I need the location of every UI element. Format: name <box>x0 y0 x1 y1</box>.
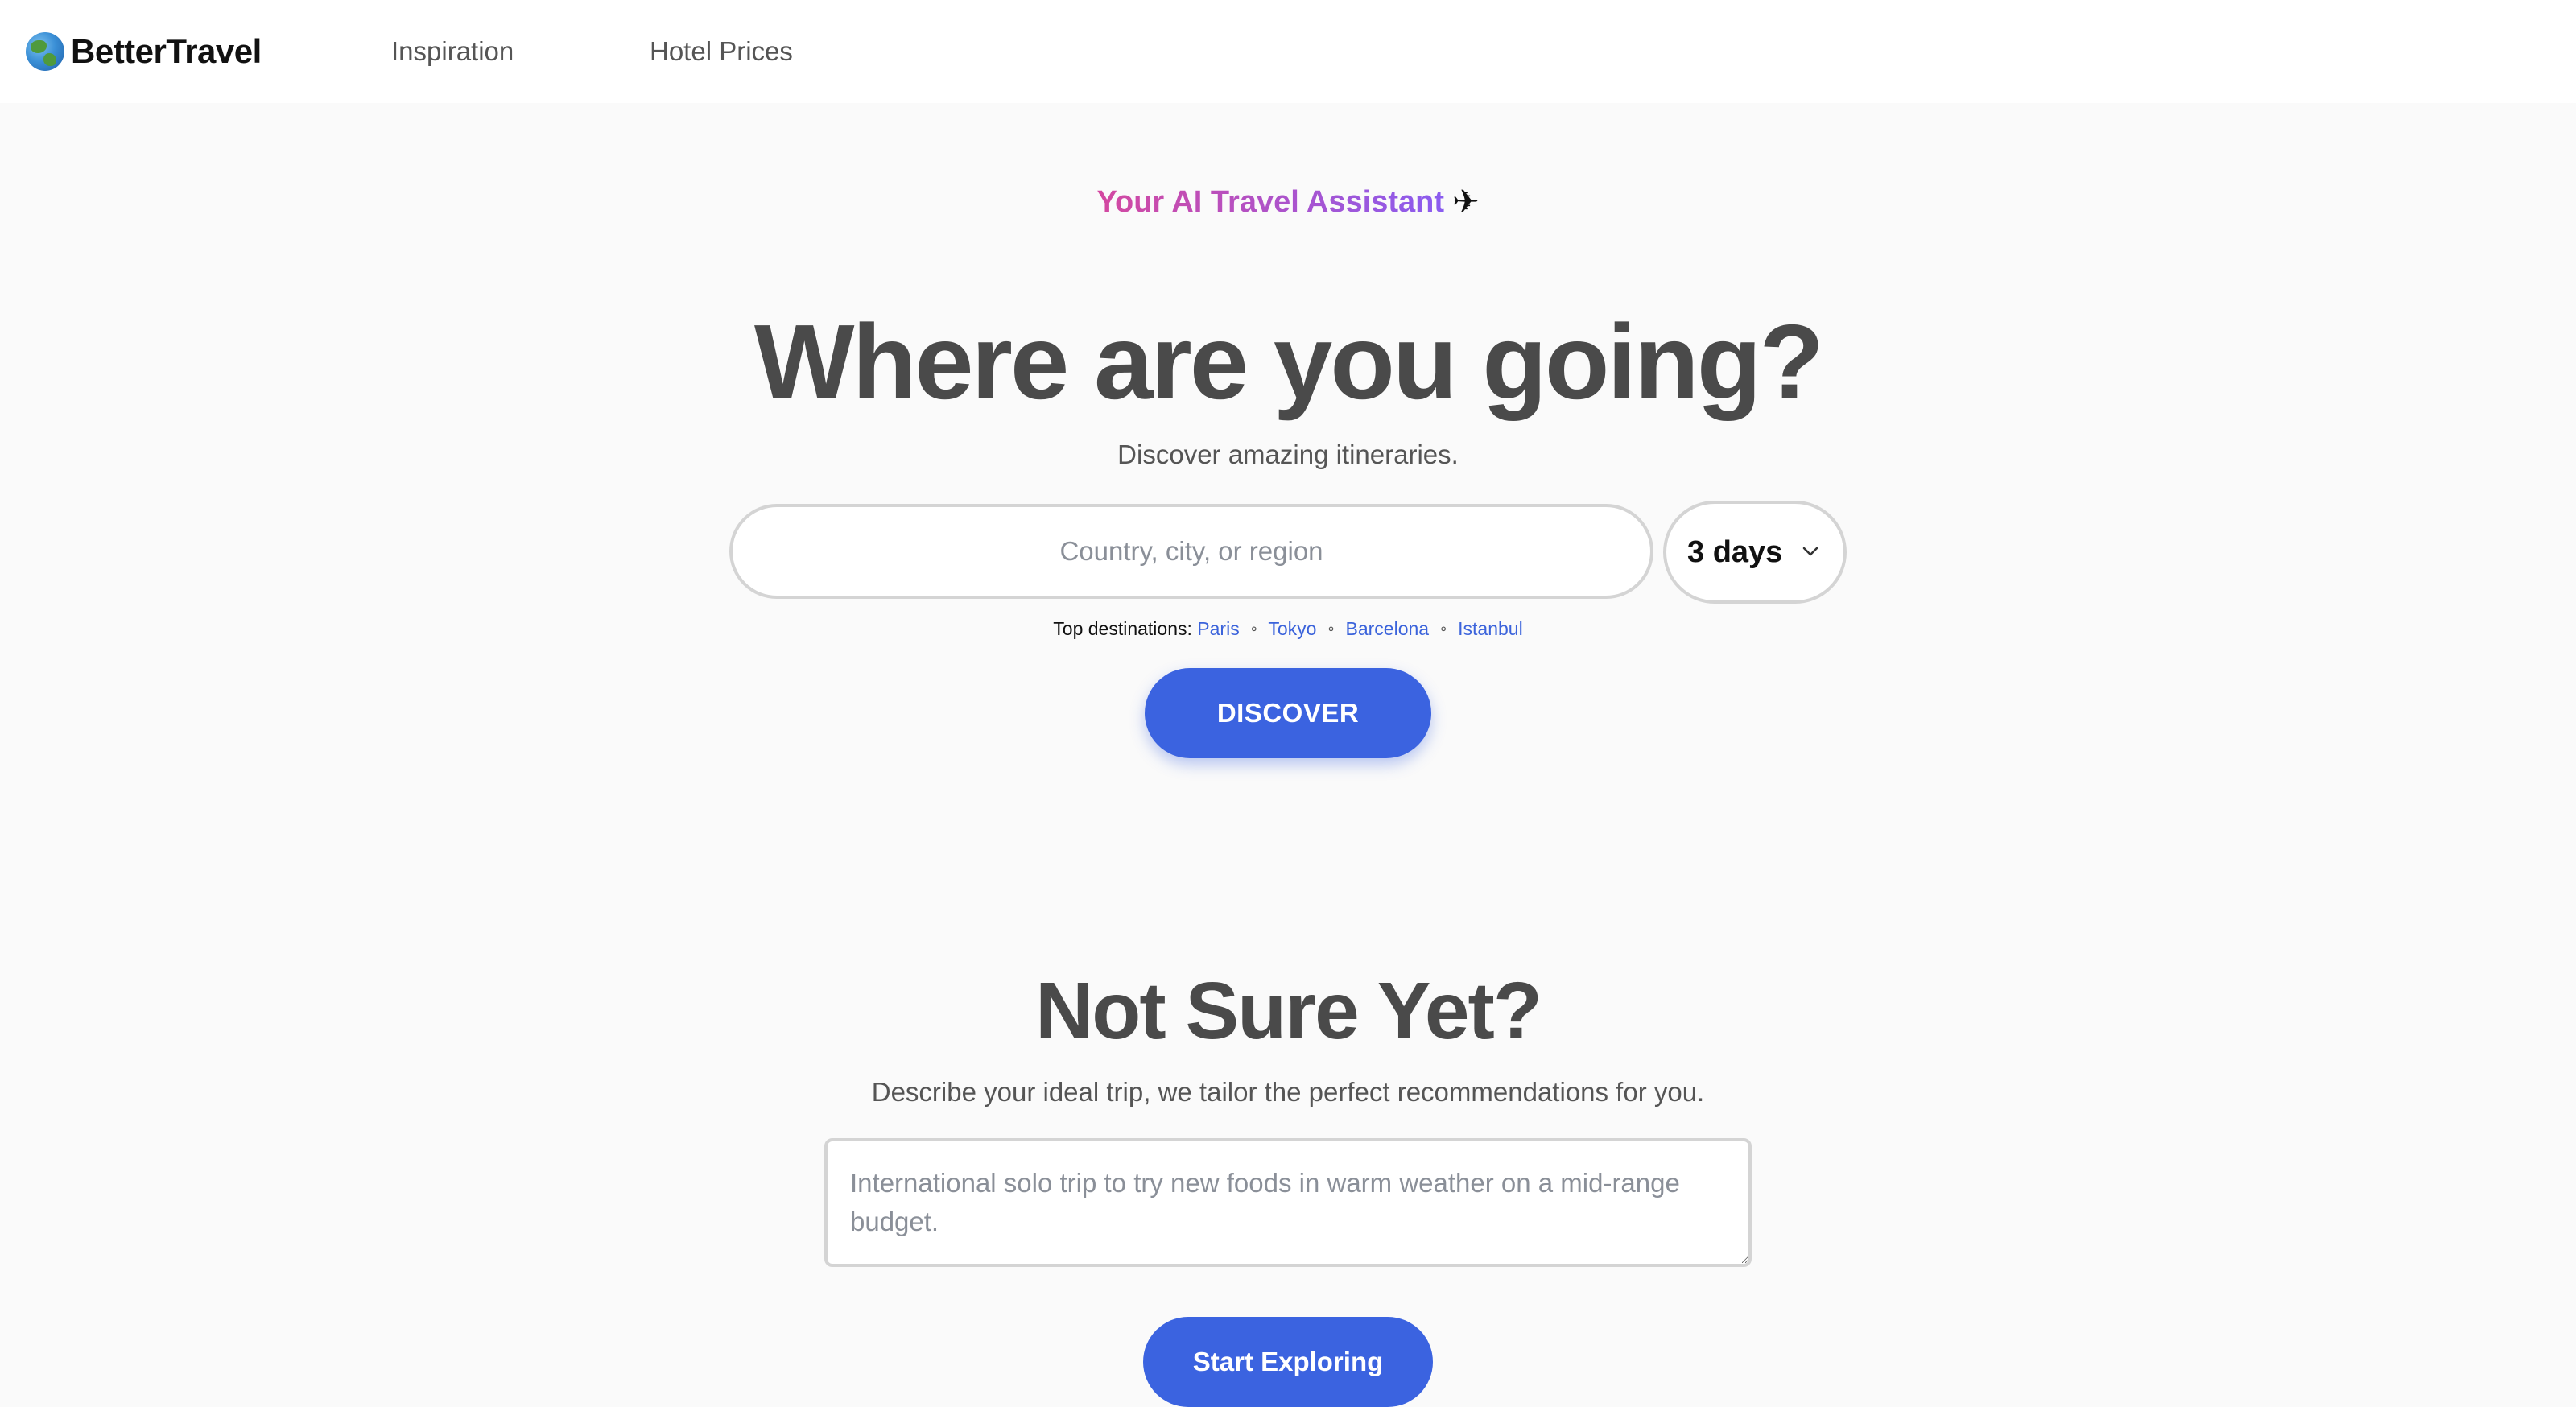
tagline: Your AI Travel Assistant ✈ <box>0 179 2576 225</box>
destination-link-istanbul[interactable]: Istanbul <box>1458 618 1523 639</box>
destination-link-paris[interactable]: Paris <box>1197 618 1239 639</box>
nav-link-inspiration[interactable]: Inspiration <box>391 32 514 71</box>
tagline-text: Your AI Travel Assistant <box>1096 185 1444 219</box>
hero-subtitle: Discover amazing itineraries. <box>1117 439 1459 469</box>
airplane-icon: ✈ <box>1452 184 1480 220</box>
trip-length-select[interactable]: 3 days <box>1663 501 1847 604</box>
separator-dot: ∘ <box>1326 621 1336 637</box>
trip-length-value: 3 days <box>1687 535 1783 569</box>
hero-title: Where are you going? <box>753 303 1824 421</box>
nav-link-hotel-prices[interactable]: Hotel Prices <box>650 32 793 71</box>
separator-dot: ∘ <box>1249 621 1259 637</box>
destination-link-barcelona[interactable]: Barcelona <box>1346 618 1430 639</box>
brand-logo[interactable]: BetterTravel <box>26 29 262 74</box>
not-sure-title: Not Sure Yet? <box>1035 966 1542 1056</box>
destination-link-tokyo[interactable]: Tokyo <box>1268 618 1316 639</box>
chevron-down-icon <box>1802 547 1818 556</box>
ideal-trip-textarea[interactable] <box>824 1138 1752 1267</box>
not-sure-subtitle: Describe your ideal trip, we tailor the … <box>871 1077 1705 1107</box>
destination-search-input[interactable] <box>729 504 1653 599</box>
top-destinations: Top destinations: Paris ∘ Tokyo ∘ Barcel… <box>0 613 2576 644</box>
discover-button[interactable]: DISCOVER <box>1145 668 1431 758</box>
globe-icon <box>26 32 64 71</box>
separator-dot: ∘ <box>1439 621 1448 637</box>
top-navigation: BetterTravel Inspiration Hotel Prices <box>0 0 2576 103</box>
brand-name: BetterTravel <box>71 32 262 70</box>
top-destinations-label: Top destinations: <box>1053 618 1192 639</box>
start-exploring-button[interactable]: Start Exploring <box>1143 1317 1433 1407</box>
